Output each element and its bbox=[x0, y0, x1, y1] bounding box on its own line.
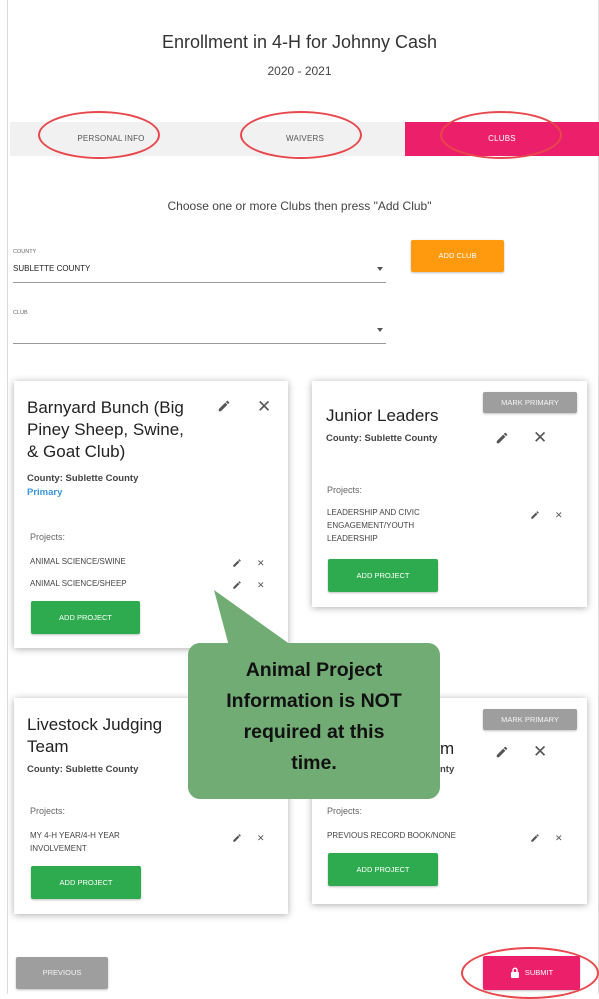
club-select[interactable]: CLUB bbox=[13, 310, 386, 344]
caret-down-icon bbox=[377, 267, 383, 271]
tab-bar: PERSONAL INFO WAIVERS CLUBS bbox=[10, 122, 599, 156]
county-label: COUNTY bbox=[13, 249, 37, 255]
callout-line: required at this bbox=[243, 721, 385, 743]
close-icon[interactable]: ✕ bbox=[257, 834, 265, 843]
pencil-icon[interactable] bbox=[495, 431, 509, 445]
project-item: ANIMAL SCIENCE/SWINE bbox=[30, 557, 126, 566]
close-icon[interactable]: ✕ bbox=[555, 834, 563, 843]
add-project-button[interactable]: ADD PROJECT bbox=[328, 853, 438, 886]
project-item: ANIMAL SCIENCE/SHEEP bbox=[30, 579, 127, 588]
projects-label: Projects: bbox=[327, 806, 363, 816]
pencil-icon[interactable] bbox=[232, 833, 242, 843]
pencil-icon[interactable] bbox=[495, 745, 509, 759]
add-project-button[interactable]: ADD PROJECT bbox=[328, 559, 438, 592]
county-value: SUBLETTE COUNTY bbox=[13, 264, 91, 273]
callout-line: Information is NOT bbox=[226, 690, 402, 712]
club-label: CLUB bbox=[13, 310, 28, 316]
add-project-button[interactable]: ADD PROJECT bbox=[31, 601, 140, 634]
add-project-button[interactable]: ADD PROJECT bbox=[31, 866, 141, 899]
tab-clubs[interactable]: CLUBS bbox=[405, 122, 599, 156]
projects-label: Projects: bbox=[327, 485, 363, 495]
enrollment-years: 2020 - 2021 bbox=[267, 64, 332, 78]
pencil-icon[interactable] bbox=[217, 399, 231, 413]
project-item: PREVIOUS RECORD BOOK/NONE bbox=[327, 831, 456, 840]
close-icon[interactable]: ✕ bbox=[257, 581, 265, 590]
pencil-icon[interactable] bbox=[530, 510, 540, 520]
project-item-line: MY 4-H YEAR/4-H YEAR bbox=[30, 831, 120, 840]
primary-badge: Primary bbox=[27, 487, 63, 498]
submit-label: SUBMIT bbox=[524, 968, 554, 977]
close-icon[interactable]: ✕ bbox=[533, 743, 547, 760]
lock-icon bbox=[510, 967, 519, 978]
card-title-line: Team bbox=[27, 737, 69, 756]
club-card-barnyard-bunch: Barnyard Bunch (Big Piney Sheep, Swine, … bbox=[14, 381, 288, 648]
caret-down-icon bbox=[377, 328, 383, 332]
callout-text: Animal Project Information is NOT requir… bbox=[188, 655, 440, 779]
pencil-icon[interactable] bbox=[232, 558, 242, 568]
close-icon[interactable]: ✕ bbox=[257, 559, 265, 568]
add-club-button[interactable]: ADD CLUB bbox=[411, 240, 504, 272]
card-county: County: Sublette County bbox=[27, 473, 139, 484]
card-county: nty bbox=[440, 764, 455, 775]
instruction-text: Choose one or more Clubs then press "Add… bbox=[167, 199, 432, 213]
close-icon[interactable]: ✕ bbox=[555, 511, 563, 520]
callout-line: time. bbox=[291, 752, 337, 774]
card-title-line: Barnyard Bunch (Big bbox=[27, 398, 184, 417]
project-item-line: LEADERSHIP AND CIVIC bbox=[327, 508, 420, 517]
card-county: County: Sublette County bbox=[27, 764, 139, 775]
pencil-icon[interactable] bbox=[530, 833, 540, 843]
page-border-left bbox=[7, 0, 8, 994]
pencil-icon[interactable] bbox=[232, 580, 242, 590]
project-item-line: LEADERSHIP bbox=[327, 534, 378, 543]
card-title: Barnyard Bunch (Big Piney Sheep, Swine, … bbox=[27, 397, 184, 463]
card-title-line: Piney Sheep, Swine, bbox=[27, 420, 184, 439]
club-card-junior-leaders: MARK PRIMARY Junior Leaders County: Subl… bbox=[312, 381, 587, 607]
close-icon[interactable]: ✕ bbox=[257, 398, 271, 415]
tab-personal-info[interactable]: PERSONAL INFO bbox=[36, 122, 186, 156]
project-item-line: ENGAGEMENT/YOUTH bbox=[327, 521, 415, 530]
previous-button[interactable]: PREVIOUS bbox=[16, 957, 108, 989]
project-item-line: INVOLVEMENT bbox=[30, 844, 87, 853]
mark-primary-button[interactable]: MARK PRIMARY bbox=[483, 392, 577, 413]
close-icon[interactable]: ✕ bbox=[533, 429, 547, 446]
tab-waivers[interactable]: WAIVERS bbox=[230, 122, 380, 156]
card-county: County: Sublette County bbox=[326, 433, 438, 444]
submit-button[interactable]: SUBMIT bbox=[483, 956, 580, 990]
card-title-line: & Goat Club) bbox=[27, 442, 126, 461]
card-title: Livestock Judging Team bbox=[27, 714, 162, 758]
project-item: LEADERSHIP AND CIVIC ENGAGEMENT/YOUTH LE… bbox=[327, 506, 420, 545]
callout-line: Animal Project bbox=[245, 659, 383, 681]
projects-label: Projects: bbox=[30, 806, 66, 816]
card-title-line: Livestock Judging bbox=[27, 715, 163, 734]
card-title: m bbox=[440, 739, 455, 758]
project-item: MY 4-H YEAR/4-H YEAR INVOLVEMENT bbox=[30, 829, 120, 855]
page-title: Enrollment in 4-H for Johnny Cash bbox=[161, 32, 438, 52]
card-title: Junior Leaders bbox=[326, 406, 439, 425]
mark-primary-button[interactable]: MARK PRIMARY bbox=[483, 709, 577, 730]
county-select[interactable]: COUNTY SUBLETTE COUNTY bbox=[13, 249, 386, 283]
projects-label: Projects: bbox=[30, 532, 66, 542]
